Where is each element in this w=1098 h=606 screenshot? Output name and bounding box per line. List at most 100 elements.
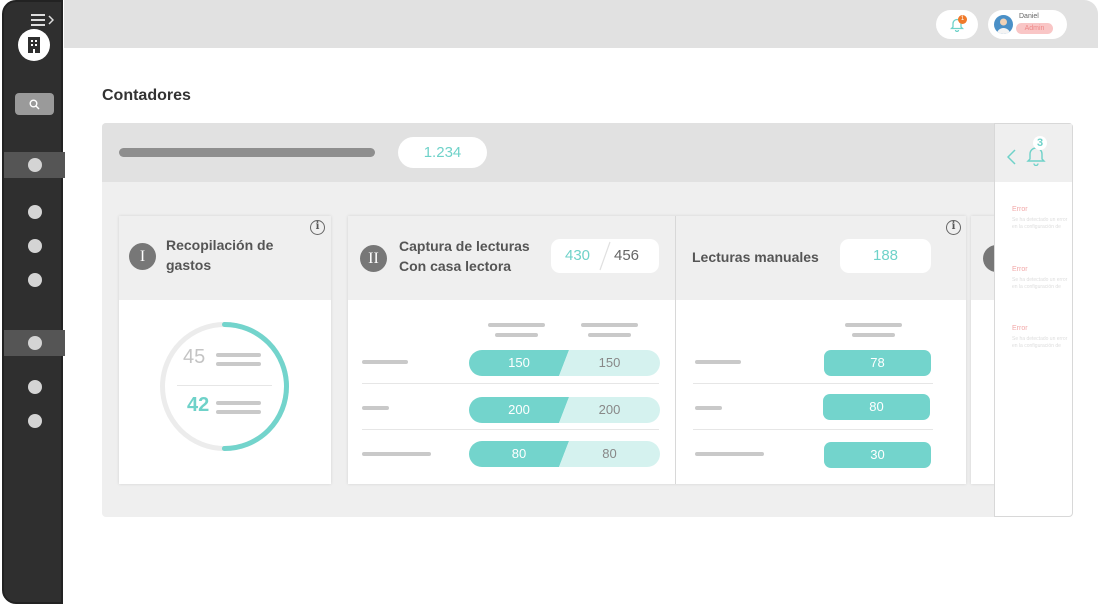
placeholder-line <box>216 401 261 405</box>
card-title: Recopilación de gastos <box>166 235 273 275</box>
column-header-placeholder <box>588 333 631 337</box>
notifications-button[interactable]: 1 <box>936 10 978 39</box>
sidebar-item-2-icon <box>27 205 42 219</box>
reader-count-pill: 430 456 <box>551 239 659 273</box>
sidebar-item-5[interactable] <box>4 330 65 356</box>
manual-reading[interactable]: 30 <box>824 442 931 468</box>
sidebar-item-1[interactable] <box>4 152 65 178</box>
info-icon[interactable]: i <box>310 220 325 235</box>
sidebar-item-5-icon <box>27 336 42 350</box>
menu-toggle-icon[interactable] <box>31 12 57 28</box>
notifications-badge: 1 <box>958 15 967 24</box>
reading-captured: 200 <box>469 397 569 423</box>
notifications-count: 3 <box>1033 136 1047 150</box>
notification-title: Error <box>1012 206 1028 213</box>
manual-reading[interactable]: 80 <box>823 394 930 420</box>
user-menu[interactable]: Daniel Admin <box>988 10 1067 39</box>
row-label-placeholder <box>695 406 722 410</box>
card-title-line1: Captura de lecturas <box>399 238 530 254</box>
row-divider <box>362 429 659 430</box>
reading-captured: 80 <box>469 441 569 467</box>
row-label-placeholder <box>362 360 408 364</box>
sidebar-item-1-icon <box>27 158 42 172</box>
count-captured: 430 <box>565 247 591 264</box>
counters-panel: 1.234 I Recopilación de gastos i 45 42 I… <box>102 123 1072 517</box>
page-title: Contadores <box>102 87 191 104</box>
notification-title: Error <box>1012 325 1028 332</box>
progress-ring <box>160 322 289 451</box>
sidebar-item-7[interactable] <box>4 408 65 434</box>
building-icon <box>28 37 40 53</box>
sidebar <box>2 0 65 604</box>
search-icon <box>29 99 40 109</box>
reading-expected: 80 <box>559 441 660 467</box>
row-label-placeholder <box>362 452 431 456</box>
placeholder-line <box>216 362 261 366</box>
info-icon[interactable]: i <box>946 220 961 235</box>
notification-item[interactable]: Error Se ha detectado un error en la conf… <box>1012 266 1070 291</box>
column-header-placeholder <box>495 333 538 337</box>
row-label-placeholder <box>695 452 764 456</box>
placeholder-line <box>216 410 261 414</box>
step-badge-2: II <box>360 245 387 272</box>
panel-progress-bar <box>119 148 375 157</box>
manual-count: 188 <box>840 239 931 273</box>
value-total: 45 <box>183 346 206 368</box>
slash-divider <box>599 241 611 271</box>
sidebar-item-7-icon <box>27 414 42 428</box>
notification-item[interactable]: Error Se ha detectado un error en la conf… <box>1012 206 1070 231</box>
notification-text: Se ha detectado un error en la configurac… <box>1012 336 1068 349</box>
notifications-panel-header: 3 <box>995 124 1072 182</box>
row-label-placeholder <box>362 406 389 410</box>
sidebar-item-6[interactable] <box>4 374 65 400</box>
notifications-panel: 3 Error Se ha detectado un error en la co… <box>994 123 1073 517</box>
user-name: Daniel <box>1019 13 1039 20</box>
notification-text: Se ha detectado un error en la configurac… <box>1012 217 1068 230</box>
card-title-line2: Con casa lectora <box>399 258 512 274</box>
sidebar-item-3-icon <box>27 239 42 253</box>
chevron-left-icon[interactable] <box>1007 149 1016 165</box>
manual-reading[interactable]: 78 <box>824 350 931 376</box>
notification-title: Error <box>1012 266 1028 273</box>
card-title-line2: gastos <box>166 257 212 273</box>
reading-row[interactable]: 200 200 <box>469 397 660 423</box>
card-header: I Recopilación de gastos i <box>119 216 331 300</box>
reading-row[interactable]: 80 80 <box>469 441 660 467</box>
notification-text: Se ha detectado un error en la configurac… <box>1012 277 1068 290</box>
notification-item[interactable]: Error Se ha detectado un error en la conf… <box>1012 325 1070 350</box>
card-title: Captura de lecturas Con casa lectora <box>399 236 530 276</box>
column-header-placeholder <box>581 323 638 327</box>
avatar <box>994 15 1013 34</box>
card-recopilacion-gastos: I Recopilación de gastos i 45 42 <box>119 216 331 484</box>
card-lecturas: II Captura de lecturas Con casa lectora … <box>348 216 966 484</box>
reading-expected: 200 <box>559 397 660 423</box>
value-completed: 42 <box>187 394 210 416</box>
card-title-manual: Lecturas manuales <box>692 249 819 265</box>
reading-row[interactable]: 150 150 <box>469 350 660 376</box>
row-divider <box>693 429 933 430</box>
reading-expected: 150 <box>559 350 660 376</box>
placeholder-line <box>216 353 261 357</box>
row-label-placeholder <box>695 360 741 364</box>
sidebar-item-6-icon <box>27 380 42 394</box>
column-header-placeholder <box>488 323 545 327</box>
sidebar-item-3[interactable] <box>4 233 65 259</box>
counters-panel-header: 1.234 <box>102 123 1072 182</box>
card-title-line1: Recopilación de <box>166 237 274 253</box>
user-role-badge: Admin <box>1016 23 1053 34</box>
sidebar-item-4[interactable] <box>4 267 65 293</box>
row-divider <box>693 383 933 384</box>
total-counter: 1.234 <box>398 137 487 168</box>
sidebar-item-4-icon <box>27 273 42 287</box>
card-divider <box>675 216 676 484</box>
reading-captured: 150 <box>469 350 569 376</box>
ring-divider <box>177 385 272 386</box>
column-header-placeholder <box>845 323 902 327</box>
count-total: 456 <box>614 247 640 264</box>
app-logo[interactable] <box>18 29 50 61</box>
row-divider <box>362 383 659 384</box>
sidebar-search-button[interactable] <box>15 93 54 115</box>
step-badge-1: I <box>129 243 156 270</box>
column-header-placeholder <box>852 333 895 337</box>
sidebar-item-2[interactable] <box>4 199 65 225</box>
